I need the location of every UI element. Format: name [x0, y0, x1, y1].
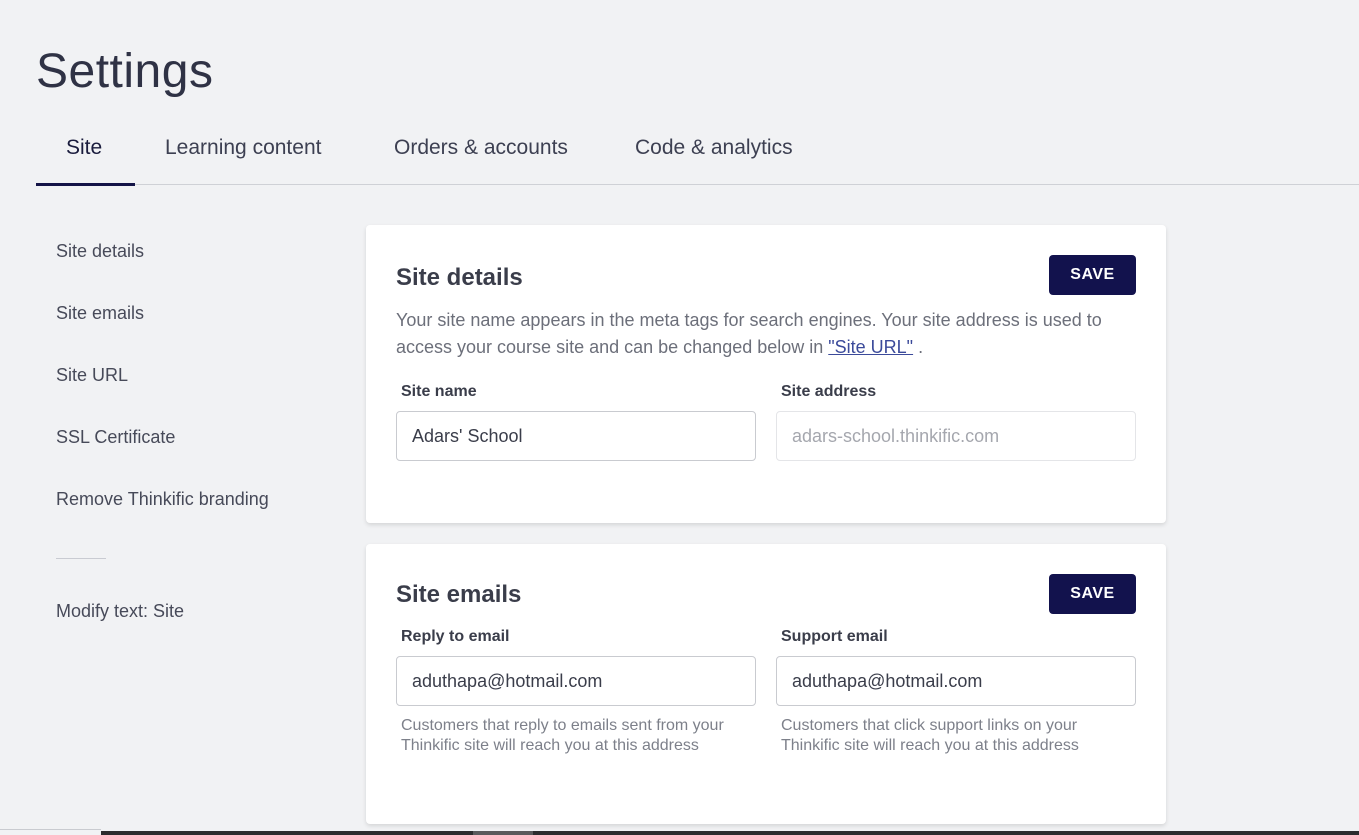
site-emails-title: Site emails	[396, 581, 522, 608]
reply-to-email-field: Reply to email Customers that reply to e…	[396, 628, 756, 756]
subnav-item-ssl-certificate[interactable]: SSL Certificate	[56, 427, 175, 448]
description-end: .	[913, 337, 924, 357]
site-address-field: Site address	[776, 383, 1136, 461]
description-text: Your site name appears in the meta tags …	[396, 310, 1102, 357]
subnav-item-site-details[interactable]: Site details	[56, 241, 144, 262]
subnav-item-remove-branding[interactable]: Remove Thinkific branding	[56, 489, 269, 510]
tab-label: Orders & accounts	[394, 136, 568, 159]
site-details-title: Site details	[396, 264, 523, 291]
support-email-input[interactable]	[776, 656, 1136, 706]
scrollbar-thumb[interactable]	[473, 831, 533, 835]
site-details-save-button[interactable]: SAVE	[1049, 255, 1136, 295]
site-url-link[interactable]: "Site URL"	[828, 337, 913, 357]
tab-label: Code & analytics	[635, 136, 793, 159]
tab-site[interactable]: Site	[66, 136, 102, 176]
subnav-item-site-url[interactable]: Site URL	[56, 365, 128, 386]
subnav-item-site-emails[interactable]: Site emails	[56, 303, 144, 324]
site-details-card: Site details SAVE Your site name appears…	[366, 225, 1166, 523]
site-name-input[interactable]	[396, 411, 756, 461]
site-details-description: Your site name appears in the meta tags …	[396, 307, 1136, 361]
tab-label: Site	[66, 136, 103, 159]
subnav-divider	[56, 558, 106, 559]
site-address-label: Site address	[781, 383, 877, 400]
tab-learning-content[interactable]: Learning content	[165, 136, 321, 176]
site-name-field: Site name	[396, 383, 756, 461]
reply-to-email-help: Customers that reply to emails sent from…	[401, 717, 724, 754]
settings-tabs: Site Learning content Orders & accounts …	[36, 118, 1359, 186]
page-title: Settings	[36, 45, 214, 98]
active-tab-indicator	[36, 183, 135, 186]
support-email-label: Support email	[781, 628, 888, 645]
reply-to-email-input[interactable]	[396, 656, 756, 706]
tab-code-analytics[interactable]: Code & analytics	[635, 136, 793, 176]
bottom-divider	[0, 829, 101, 830]
site-name-label: Site name	[401, 383, 477, 400]
site-emails-card: Site emails SAVE Reply to email Customer…	[366, 544, 1166, 824]
settings-page: Settings Site Learning content Orders & …	[0, 0, 1359, 835]
site-address-input	[776, 411, 1136, 461]
tab-label: Learning content	[165, 136, 322, 159]
subnav-item-modify-text[interactable]: Modify text: Site	[56, 601, 184, 622]
support-email-field: Support email Customers that click suppo…	[776, 628, 1136, 756]
tab-orders-accounts[interactable]: Orders & accounts	[394, 136, 568, 176]
horizontal-scrollbar[interactable]	[101, 831, 1359, 835]
site-emails-save-button[interactable]: SAVE	[1049, 574, 1136, 614]
reply-to-email-label: Reply to email	[401, 628, 510, 645]
support-email-help: Customers that click support links on yo…	[781, 717, 1079, 754]
